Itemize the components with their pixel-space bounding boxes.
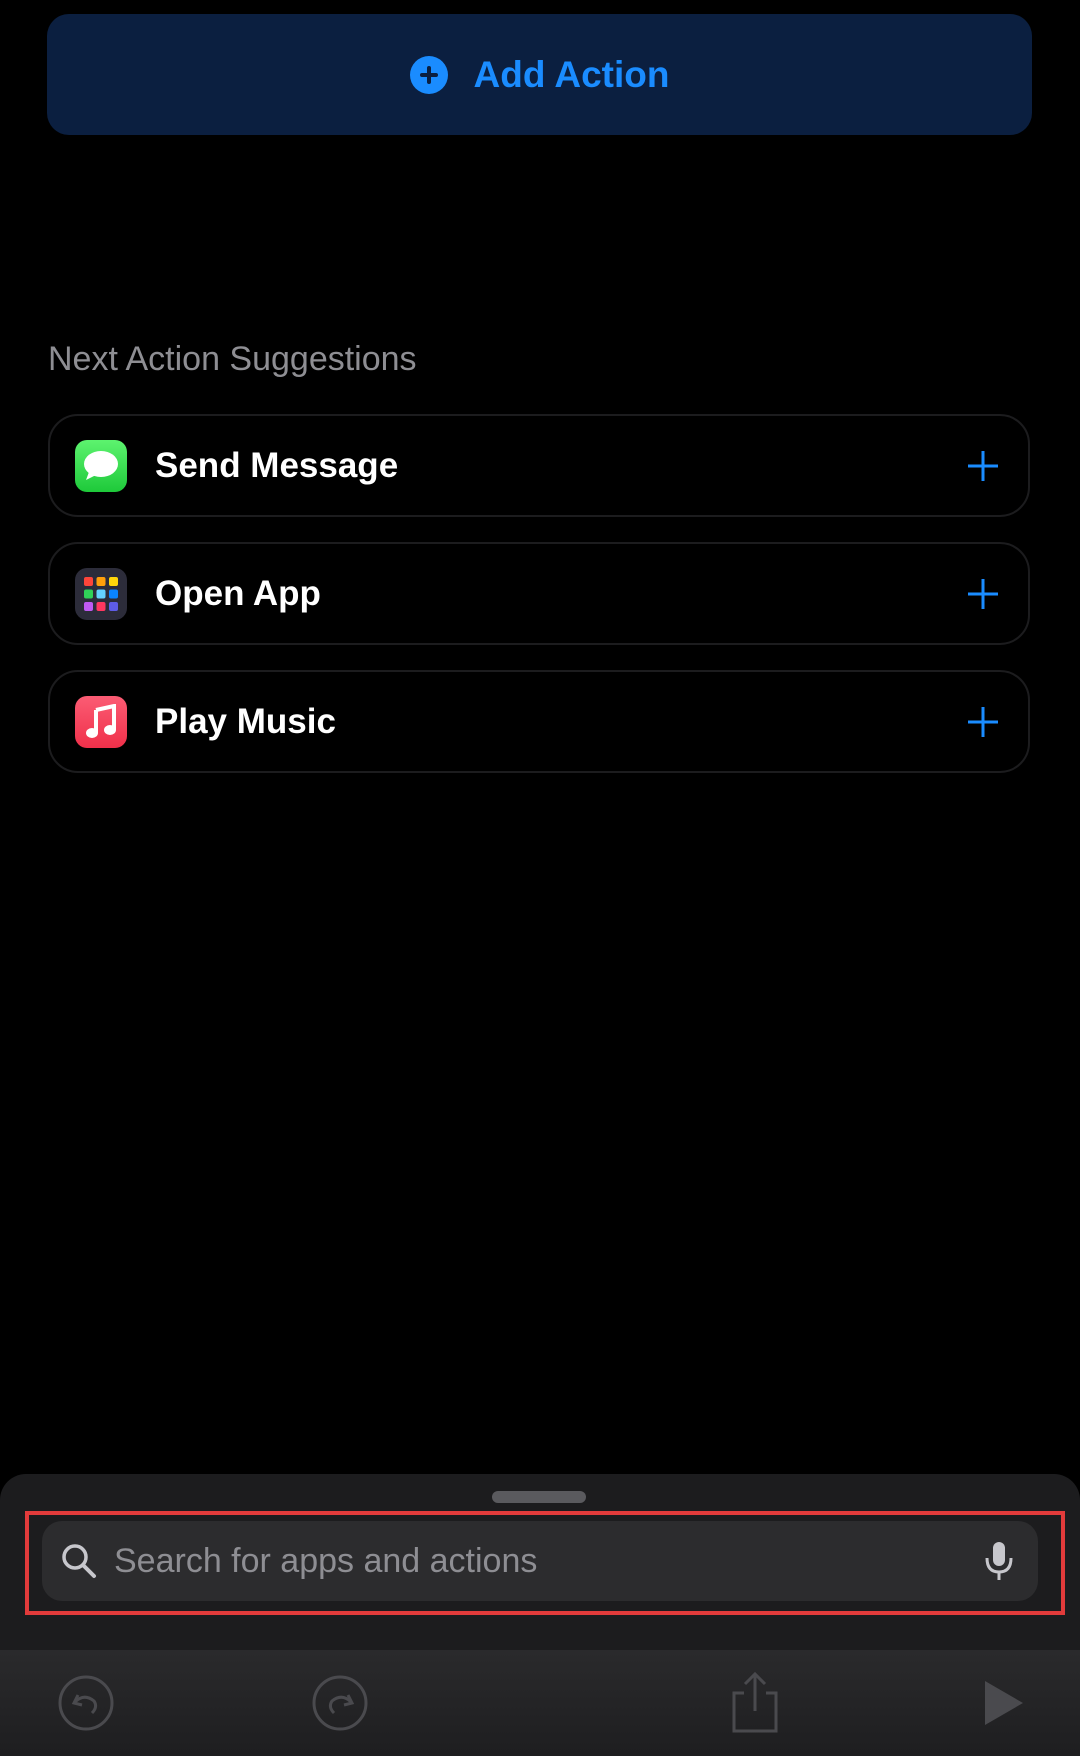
add-action-button[interactable]: Add Action xyxy=(47,14,1032,135)
add-circle-icon xyxy=(409,55,448,94)
add-action-label: Add Action xyxy=(473,53,670,95)
undo-button[interactable] xyxy=(55,1672,117,1734)
add-plus-icon[interactable] xyxy=(963,446,1003,486)
editor-toolbar xyxy=(0,1650,1080,1756)
action-search-sheet xyxy=(0,1474,1080,1654)
suggestion-label: Open App xyxy=(155,573,321,613)
search-highlight-box xyxy=(25,1511,1065,1615)
music-app-icon xyxy=(75,695,127,748)
redo-icon xyxy=(312,1675,368,1731)
share-button[interactable] xyxy=(724,1671,786,1734)
undo-icon xyxy=(58,1675,114,1731)
sheet-grabber-handle[interactable] xyxy=(492,1491,586,1503)
suggestion-open-app[interactable]: Open App xyxy=(48,542,1030,645)
redo-button[interactable] xyxy=(309,1672,371,1734)
suggestion-label: Play Music xyxy=(155,701,336,741)
run-button[interactable] xyxy=(972,1672,1034,1734)
add-plus-icon[interactable] xyxy=(963,702,1003,742)
add-plus-icon[interactable] xyxy=(963,574,1003,614)
share-icon xyxy=(732,1671,778,1733)
suggestion-play-music[interactable]: Play Music xyxy=(48,670,1030,773)
suggestions-title: Next Action Suggestions xyxy=(48,340,417,378)
suggestion-send-message[interactable]: Send Message xyxy=(48,414,1030,517)
app-grid-icon xyxy=(75,567,127,620)
shortcut-editor-screen: Add Action Next Action Suggestions Send … xyxy=(0,0,1080,1756)
suggestion-label: Send Message xyxy=(155,445,399,485)
play-icon xyxy=(985,1681,1023,1725)
messages-app-icon xyxy=(75,439,127,492)
